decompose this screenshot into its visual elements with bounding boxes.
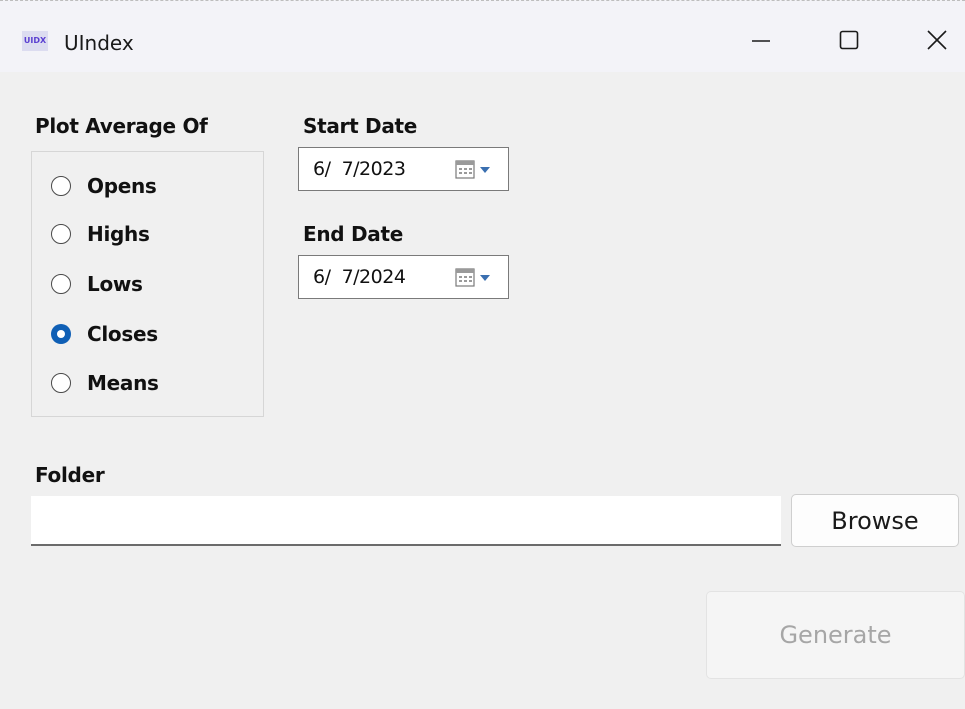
app-window: UIDX UIndex Plot Average Of Opens Highs	[0, 0, 965, 709]
radio-opens[interactable]: Opens	[51, 172, 157, 200]
radio-label: Lows	[87, 272, 143, 296]
calendar-icon	[455, 160, 490, 179]
radio-label: Closes	[87, 322, 158, 346]
generate-button[interactable]: Generate	[706, 591, 965, 679]
radio-label: Means	[87, 371, 159, 395]
radio-highs[interactable]: Highs	[51, 220, 150, 248]
calendar-icon	[455, 268, 490, 287]
window-title: UIndex	[64, 31, 134, 55]
maximize-icon	[839, 30, 859, 50]
radio-label: Highs	[87, 222, 150, 246]
calendar-dropdown-button[interactable]	[454, 158, 496, 180]
radio-button-icon[interactable]	[51, 176, 71, 196]
start-date-label: Start Date	[303, 114, 418, 138]
radio-means[interactable]: Means	[51, 369, 159, 397]
folder-label: Folder	[35, 463, 105, 487]
app-icon: UIDX	[22, 31, 48, 51]
start-date-value[interactable]: 6/ 7/2023	[313, 158, 406, 180]
maximize-button[interactable]	[818, 15, 880, 65]
end-date-value[interactable]: 6/ 7/2024	[313, 266, 406, 288]
plot-average-label: Plot Average Of	[35, 114, 208, 138]
folder-path-input[interactable]	[31, 496, 781, 546]
radio-button-checked-icon[interactable]	[51, 324, 71, 344]
minimize-button[interactable]	[730, 15, 792, 65]
radio-closes[interactable]: Closes	[51, 320, 158, 348]
title-bar[interactable]: UIDX UIndex	[0, 0, 965, 72]
close-button[interactable]	[906, 15, 965, 65]
browse-button[interactable]: Browse	[791, 494, 959, 547]
calendar-dropdown-button[interactable]	[454, 266, 496, 288]
minimize-icon	[752, 40, 770, 42]
radio-button-icon[interactable]	[51, 274, 71, 294]
end-date-label: End Date	[303, 222, 404, 246]
radio-button-icon[interactable]	[51, 224, 71, 244]
radio-lows[interactable]: Lows	[51, 270, 143, 298]
start-date-picker[interactable]: 6/ 7/2023	[298, 147, 509, 191]
radio-label: Opens	[87, 174, 157, 198]
end-date-picker[interactable]: 6/ 7/2024	[298, 255, 509, 299]
close-icon	[927, 30, 947, 50]
radio-button-icon[interactable]	[51, 373, 71, 393]
